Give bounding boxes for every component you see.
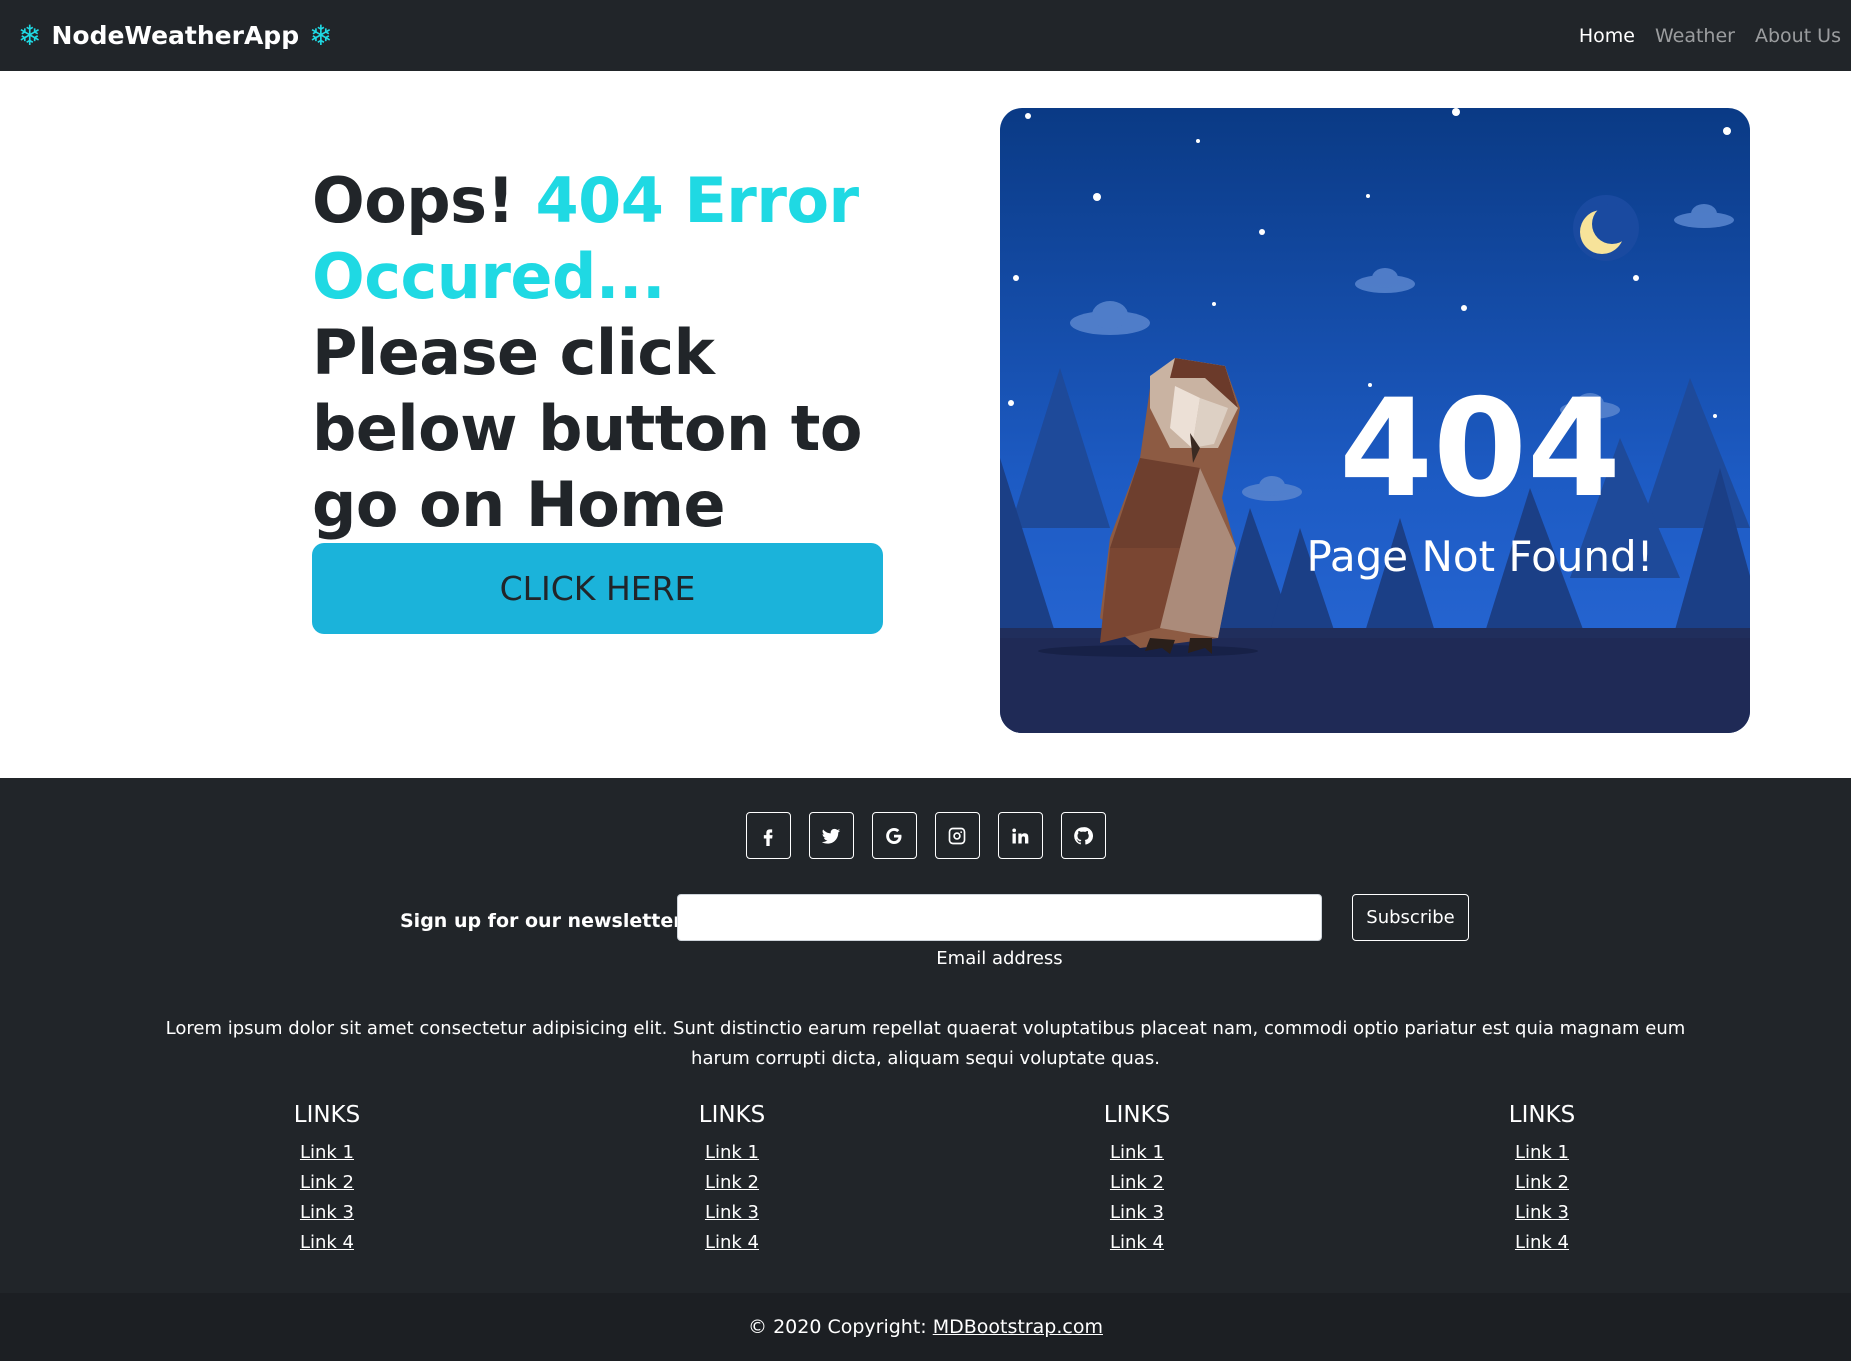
- copyright-bar: © 2020 Copyright: MDBootstrap.com: [0, 1293, 1851, 1361]
- instagram-button[interactable]: [934, 812, 980, 859]
- footer-link[interactable]: Link 3: [632, 1198, 832, 1228]
- footer-link[interactable]: Link 4: [632, 1228, 832, 1258]
- twitter-icon: [821, 828, 841, 844]
- brand-name: NodeWeatherApp: [51, 21, 300, 50]
- facebook-icon: [763, 828, 773, 846]
- link-column: LINKS Link 1 Link 2 Link 3 Link 4: [227, 1102, 427, 1258]
- footer-text: Lorem ipsum dolor sit amet consectetur a…: [165, 1018, 1686, 1069]
- link-column: LINKS Link 1 Link 2 Link 3 Link 4: [632, 1102, 832, 1258]
- link-column: LINKS Link 1 Link 2 Link 3 Link 4: [1442, 1102, 1642, 1258]
- footer-link[interactable]: Link 2: [1037, 1168, 1237, 1198]
- nav-weather[interactable]: Weather: [1645, 25, 1745, 47]
- github-icon: [1074, 826, 1093, 845]
- snowflake-icon: ❄: [309, 18, 333, 52]
- footer-link[interactable]: Link 1: [632, 1138, 832, 1168]
- 404-number: 404: [1339, 370, 1621, 527]
- snowflake-icon: ❄: [18, 18, 42, 52]
- nav-about-us[interactable]: About Us: [1745, 25, 1851, 47]
- page-not-found-caption: Page Not Found!: [1306, 532, 1653, 581]
- footer-link[interactable]: Link 3: [1037, 1198, 1237, 1228]
- github-button[interactable]: [1060, 812, 1106, 859]
- email-input[interactable]: [677, 894, 1322, 941]
- linkedin-button[interactable]: [997, 812, 1043, 859]
- facebook-button[interactable]: [745, 812, 791, 859]
- 404-illustration: 404 Page Not Found!: [1000, 108, 1750, 733]
- twitter-button[interactable]: [808, 812, 854, 859]
- footer-link[interactable]: Link 4: [1442, 1228, 1642, 1258]
- 404-illustration-svg: 404 Page Not Found!: [1000, 108, 1750, 733]
- footer-link[interactable]: Link 2: [632, 1168, 832, 1198]
- footer-link[interactable]: Link 2: [227, 1168, 427, 1198]
- social-links: [0, 812, 1851, 859]
- navbar: ❄ NodeWeatherApp ❄ Home Weather About Us: [0, 0, 1851, 71]
- copyright-link[interactable]: MDBootstrap.com: [933, 1316, 1103, 1338]
- newsletter-label: Sign up for our newsletter: [400, 910, 683, 932]
- copyright-text: © 2020 Copyright:: [748, 1316, 927, 1338]
- google-icon: [886, 827, 902, 844]
- linkedin-icon: [1012, 828, 1029, 843]
- link-column-title: LINKS: [1103, 1102, 1171, 1128]
- footer-link[interactable]: Link 3: [1442, 1198, 1642, 1228]
- link-column-title: LINKS: [698, 1102, 766, 1128]
- footer-link[interactable]: Link 1: [227, 1138, 427, 1168]
- link-column: LINKS Link 1 Link 2 Link 3 Link 4: [1037, 1102, 1237, 1258]
- footer-link[interactable]: Link 2: [1442, 1168, 1642, 1198]
- email-hint: Email address: [936, 948, 1063, 969]
- footer-link[interactable]: Link 1: [1037, 1138, 1237, 1168]
- nav-home[interactable]: Home: [1569, 25, 1645, 47]
- footer-link[interactable]: Link 4: [227, 1228, 427, 1258]
- brand[interactable]: ❄ NodeWeatherApp ❄: [18, 21, 333, 50]
- footer: Sign up for our newsletter Email address…: [0, 778, 1851, 1293]
- footer-link[interactable]: Link 4: [1037, 1228, 1237, 1258]
- subscribe-button[interactable]: Subscribe: [1352, 894, 1469, 941]
- google-button[interactable]: [871, 812, 917, 859]
- nav-links: Home Weather About Us: [1569, 0, 1851, 71]
- headline-plain: Oops!: [312, 164, 536, 237]
- footer-link[interactable]: Link 1: [1442, 1138, 1642, 1168]
- hero-section: Oops! 404 Error Occured... Please click …: [0, 71, 1851, 778]
- footer-link[interactable]: Link 3: [227, 1198, 427, 1228]
- link-column-title: LINKS: [1508, 1102, 1576, 1128]
- click-here-button[interactable]: CLICK HERE: [312, 543, 883, 634]
- instagram-icon: [948, 827, 966, 844]
- link-column-title: LINKS: [293, 1102, 361, 1128]
